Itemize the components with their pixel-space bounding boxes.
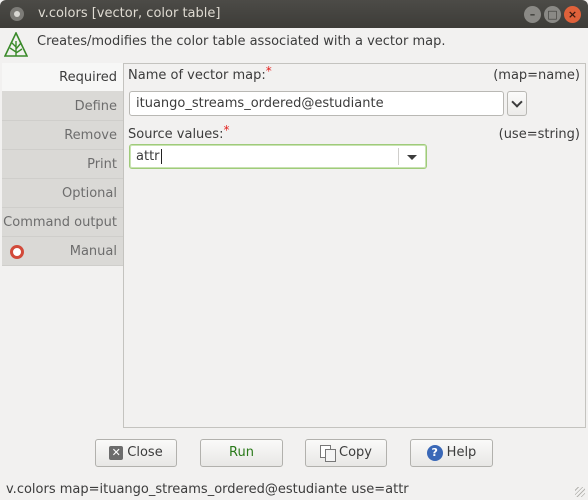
text-caret [160,149,162,164]
map-select-button[interactable] [507,91,527,116]
help-icon: ? [426,444,443,461]
tab-label: Remove [64,128,117,143]
help-button-label: Help [446,445,477,460]
tab-required[interactable]: Required [2,63,123,92]
tab-label: Print [87,157,117,172]
copy-button[interactable]: Copy [305,439,387,467]
close-window-icon[interactable]: × [564,6,581,23]
source-label-text: Source values: [128,127,224,142]
maximize-icon[interactable]: □ [544,6,561,23]
tab-print[interactable]: Print [2,150,123,179]
required-mark: * [265,64,272,78]
tab-optional[interactable]: Optional [2,179,123,208]
required-mark: * [223,123,230,137]
chevron-down-icon [511,96,523,108]
help-button[interactable]: ? Help [410,439,493,467]
map-label-text: Name of vector map: [128,68,266,83]
tab-remove[interactable]: Remove [2,121,123,150]
run-button-label: Run [229,445,254,460]
title-bar: v.colors [vector, color table] – □ × [0,0,588,28]
app-menu-icon[interactable] [10,7,24,21]
close-x-icon: ✕ [109,445,124,460]
source-combo[interactable]: attr [129,144,427,169]
lifebuoy-icon [10,245,24,259]
status-bar-text: v.colors map=ituango_streams_ordered@est… [6,482,409,497]
copy-button-label: Copy [339,445,372,460]
module-description: Creates/modifies the color table associa… [0,28,588,62]
map-label: Name of vector map:* [128,64,272,83]
copy-icon [320,445,336,462]
tab-label: Required [59,70,117,85]
tab-label: Optional [62,186,117,201]
description-text: Creates/modifies the color table associa… [37,34,446,49]
tab-define[interactable]: Define [2,92,123,121]
source-label: Source values:* [128,123,229,142]
close-button[interactable]: ✕ Close [95,439,177,467]
combo-separator [398,148,399,165]
grass-logo-icon [4,32,28,57]
close-button-label: Close [127,445,163,460]
resize-grip[interactable] [575,487,585,497]
required-panel [123,63,586,428]
tab-sidebar: Required Define Remove Print Optional Co… [2,63,123,266]
tab-label: Manual [69,244,117,259]
tab-command-output[interactable]: Command output [2,208,123,237]
tab-manual[interactable]: Manual [2,237,123,266]
source-hint: (use=string) [498,127,580,142]
map-hint: (map=name) [493,68,580,83]
tab-label: Define [74,99,117,114]
minimize-icon[interactable]: – [524,6,541,23]
run-button[interactable]: Run [200,439,283,467]
window-title: v.colors [vector, color table] [38,6,221,21]
tab-label: Command output [3,215,117,230]
source-input-text: attr [136,149,160,164]
dropdown-arrow-icon[interactable] [407,155,417,160]
map-input[interactable]: ituango_streams_ordered@estudiante [129,91,504,116]
